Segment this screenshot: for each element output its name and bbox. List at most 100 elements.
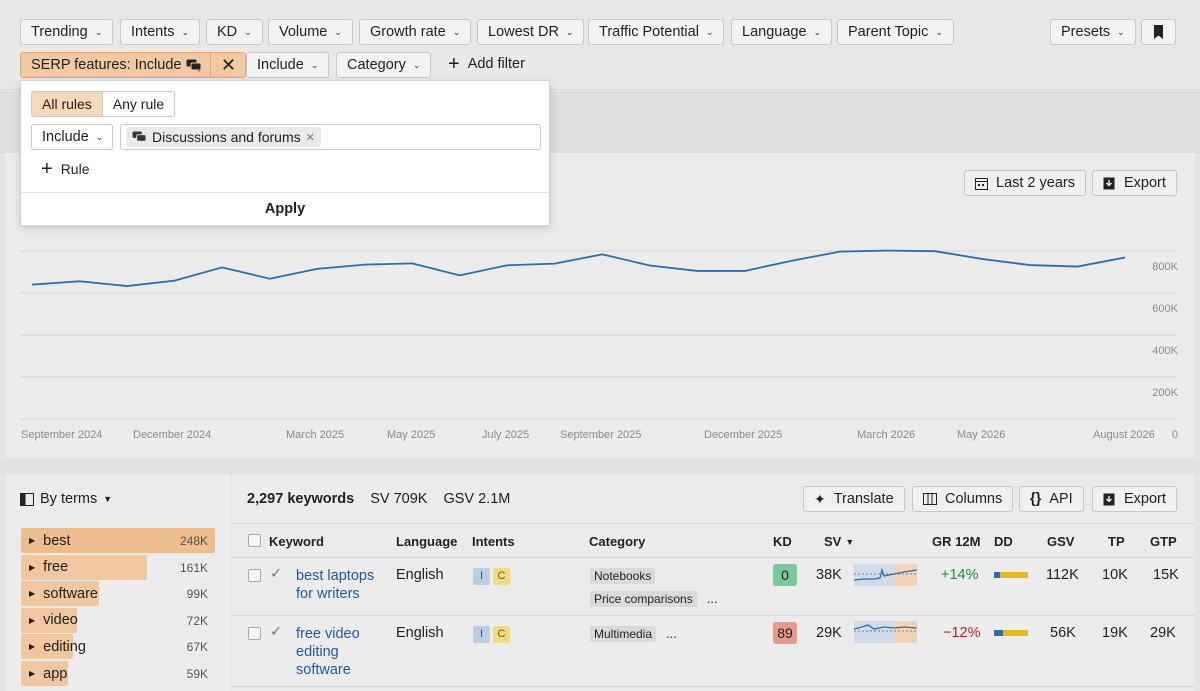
any-rule-option[interactable]: Any rule [101,92,175,116]
add-filter-button[interactable]: + Add filter [448,53,525,75]
category-tag[interactable]: Multimedia [590,626,657,642]
forum-icon [186,59,202,72]
term-volume: 99K [186,587,208,602]
table-export-button[interactable]: Export [1092,486,1177,512]
term-item[interactable]: ▶ free [21,554,148,580]
category-tag[interactable]: Notebooks [590,568,656,584]
keyword-link[interactable]: free video editing software [296,625,360,679]
intent-badge-informational: I [473,568,490,585]
col-gr12m[interactable]: GR 12M [932,534,980,549]
filter-intents[interactable]: Intents ⌄ [120,19,201,45]
sort-desc-icon: ▼ [845,537,855,547]
apply-button[interactable]: Apply [21,192,549,225]
tp-cell: 19K [1102,625,1128,641]
more-categories[interactable]: ... [666,626,677,641]
col-kd[interactable]: KD [773,534,792,549]
filter-label: Language [742,24,807,40]
expand-caret-icon[interactable]: ▶ [29,616,35,625]
expand-caret-icon[interactable]: ▶ [29,536,35,545]
filter-lowest-dr[interactable]: Lowest DR ⌄ [477,19,585,45]
serp-features-chip-label[interactable]: SERP features: Include [21,53,212,77]
serp-features-filter-chip[interactable]: SERP features: Include ✕ [20,52,247,78]
col-gtp[interactable]: GTP [1150,534,1177,549]
term-item[interactable]: ▶ app [21,661,68,686]
category-tag[interactable]: Price comparisons [590,591,697,607]
expand-caret-icon[interactable]: ▶ [29,669,35,678]
by-terms-dropdown[interactable]: By terms ▼ [20,491,112,507]
chart-export-button[interactable]: Export [1092,170,1177,196]
remove-filter-icon[interactable]: ✕ [211,55,245,76]
filter-label: Traffic Potential [599,24,699,40]
keyword-line: editing [296,644,339,660]
filter-category[interactable]: Category ⌄ [336,52,432,78]
date-range-button[interactable]: Last 2 years [964,170,1086,196]
y-tick-label: 0 [1171,429,1178,441]
braces-icon: {} [1030,491,1042,507]
y-tick-label: 400K [1152,345,1178,357]
filter-include[interactable]: Include ⌄ [246,52,330,78]
table-divider [232,557,1195,558]
total-sv: SV 709K [370,491,428,507]
all-rules-option[interactable]: All rules [32,92,102,116]
api-button[interactable]: {} API [1019,486,1084,512]
bookmark-button[interactable] [1141,19,1176,45]
total-gsv: GSV 2.1M [443,491,511,507]
y-tick-label: 600K [1152,303,1178,315]
col-language[interactable]: Language [396,534,457,549]
term-item[interactable]: ▶ software [21,581,99,607]
sidebar-icon [20,492,34,506]
filter-parent-topic[interactable]: Parent Topic ⌄ [837,19,954,45]
presets-button[interactable]: Presets ⌄ [1050,19,1136,45]
col-tp[interactable]: TP [1108,534,1125,549]
col-keyword[interactable]: Keyword [269,534,324,549]
kd-badge: 89 [773,622,797,644]
sparkle-icon: ✦ [814,490,826,507]
filter-growth-rate[interactable]: Growth rate ⌄ [359,19,472,45]
col-gsv[interactable]: GSV [1047,534,1074,549]
keyword-link[interactable]: best laptops for writers [296,567,374,603]
include-dropdown[interactable]: Include ⌄ [31,124,113,150]
term-item[interactable]: ▶ editing [21,634,86,660]
more-categories[interactable]: ... [707,591,718,606]
row-checkbox[interactable] [248,627,261,640]
chevron-down-icon: ⌄ [95,131,104,142]
category-cell: Multimedia ... [590,626,677,642]
intent-badge-commercial: C [493,626,510,643]
filter-volume[interactable]: Volume ⌄ [268,19,353,45]
x-tick-label: March 2026 [857,429,916,441]
rule-mode-toggle: All rules Any rule [31,91,176,117]
x-tick-label: September 2025 [560,429,642,441]
check-icon: ✓ [270,566,283,582]
dd-bar [994,630,1028,636]
term-item[interactable]: ▶ video [21,607,78,633]
expand-caret-icon[interactable]: ▶ [29,589,35,598]
filter-trending[interactable]: Trending ⌄ [20,19,114,45]
sv-sparkline [854,564,917,586]
col-dd[interactable]: DD [994,534,1013,549]
expand-caret-icon[interactable]: ▶ [29,642,35,651]
remove-tag-icon[interactable]: ✕ [306,131,315,144]
row-checkbox[interactable] [248,569,261,582]
col-sv[interactable]: SV ▼ [824,534,854,550]
filter-language[interactable]: Language ⌄ [731,19,833,45]
col-intents[interactable]: Intents [472,534,515,549]
bookmark-icon [1154,25,1163,39]
filter-label: Intents [131,24,175,40]
expand-caret-icon[interactable]: ▶ [29,563,35,572]
select-all-checkbox[interactable] [248,534,261,547]
keyword-count: 2,297 keywords [247,491,355,507]
translate-button[interactable]: ✦ Translate [803,486,905,512]
table-divider [232,523,1195,524]
col-category[interactable]: Category [589,534,645,549]
plus-icon: + [448,53,460,75]
chevron-down-icon: ⌄ [334,26,342,37]
filter-label: KD [217,24,238,40]
chevron-down-icon: ⌄ [705,26,714,37]
columns-button[interactable]: Columns [912,486,1014,512]
chevron-down-icon: ⌄ [935,26,943,37]
serp-feature-select[interactable]: Discussions and forums ✕ [120,124,541,150]
filter-kd[interactable]: KD ⌄ [206,19,263,45]
add-rule-button[interactable]: + Rule [41,159,89,179]
term-volume: 248K [179,534,208,548]
filter-traffic-potential[interactable]: Traffic Potential ⌄ [588,19,725,45]
